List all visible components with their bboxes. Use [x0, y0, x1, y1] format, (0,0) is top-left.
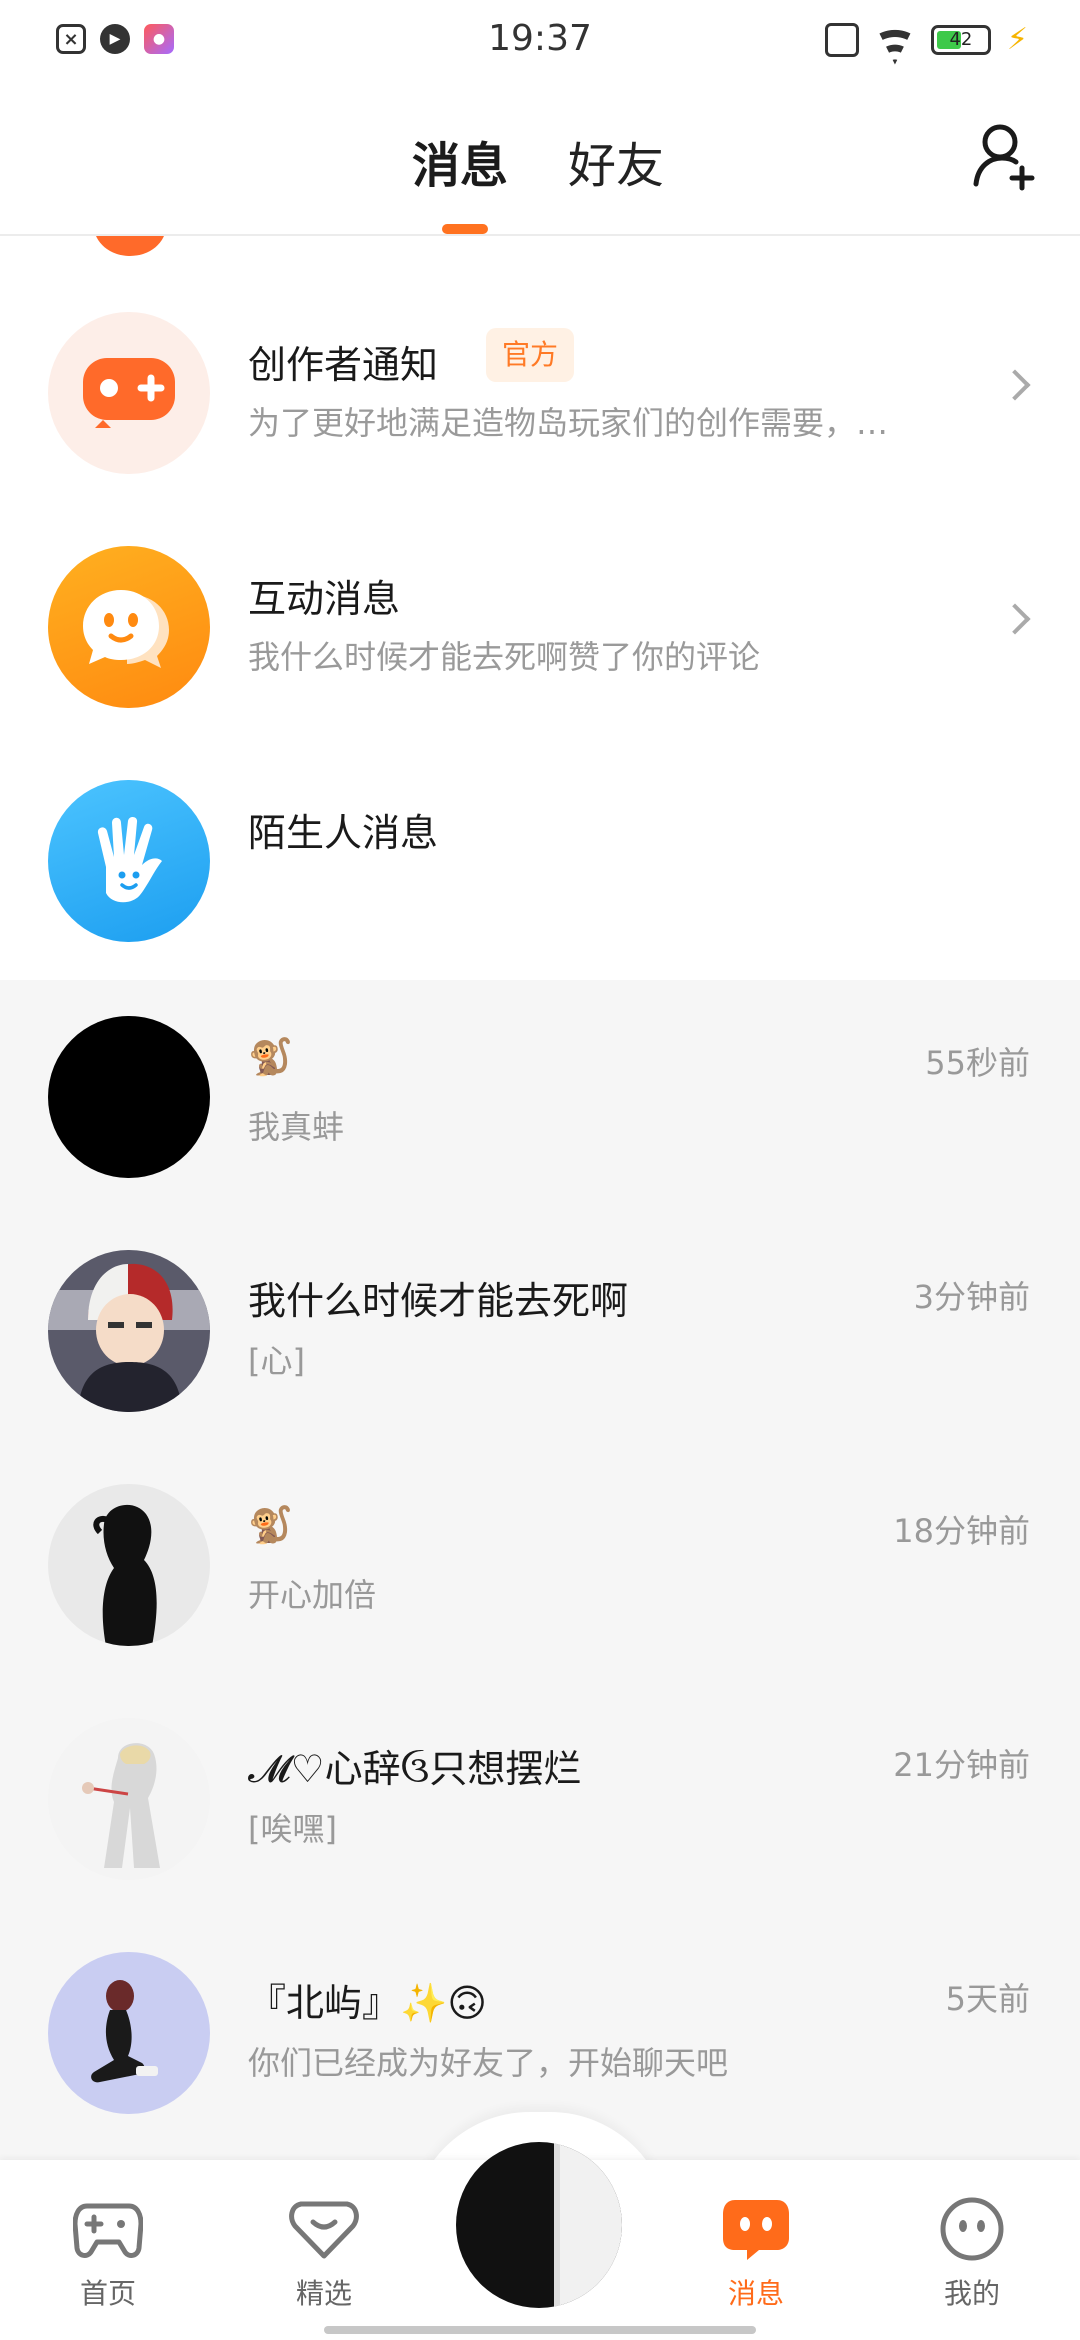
- nav-messages-label: 消息: [727, 2277, 784, 2310]
- conversation-time: 21分钟前: [893, 1746, 1030, 1784]
- avatar: [48, 1016, 210, 1178]
- waving-hand-icon: [97, 816, 162, 903]
- nav-home-label: 首页: [79, 2277, 136, 2310]
- gamepad-icon: [83, 358, 175, 428]
- creator-notice-title: 创作者通知: [248, 343, 439, 387]
- nav-messages[interactable]: 消息: [686, 2196, 826, 2312]
- center-create-avatar-button[interactable]: [456, 2142, 622, 2308]
- chevron-right-icon: [999, 603, 1031, 635]
- conversation-preview: 开心加倍: [248, 1576, 377, 1614]
- conversation-name: 🐒: [248, 1037, 293, 1078]
- interaction-message-item[interactable]: 互动消息 我什么时候才能去死啊赞了你的评论: [0, 470, 1080, 708]
- conversation-name: 『北屿』✨🙃: [248, 1981, 487, 2025]
- status-bar: × ▶ ● 19:37 42 ⚡: [0, 0, 1080, 84]
- system-message-list: 创作者通知 官方 为了更好地满足造物岛玩家们的创作需要，… 互动消息 我什么时候…: [0, 236, 1080, 980]
- nav-home[interactable]: 首页: [38, 2196, 178, 2312]
- interaction-message-preview: 我什么时候才能去死啊赞了你的评论: [248, 638, 761, 676]
- battery-icon: 42: [930, 24, 991, 55]
- home-indicator[interactable]: [324, 2326, 756, 2334]
- conversation-preview: [心]: [248, 1342, 305, 1380]
- stranger-message-item[interactable]: 陌生人消息: [0, 704, 1080, 942]
- avatar: [48, 1952, 210, 2114]
- conversation-name: 🐒: [248, 1505, 293, 1546]
- status-system-icons: 42 ⚡: [824, 22, 1028, 57]
- creator-notice-item[interactable]: 创作者通知 官方 为了更好地满足造物岛玩家们的创作需要，…: [0, 236, 1080, 474]
- conversation-preview: 你们已经成为好友了，开始聊天吧: [248, 2044, 729, 2082]
- vibrate-icon: [824, 22, 859, 57]
- conversation-time: 18分钟前: [893, 1512, 1030, 1550]
- chat-bubble-icon: [83, 590, 169, 668]
- chevron-right-icon: [999, 369, 1031, 401]
- creator-notice-avatar: [48, 312, 210, 474]
- wifi-icon: [875, 25, 915, 55]
- battery-level: 42: [949, 29, 973, 50]
- conversation-time: 3分钟前: [913, 1278, 1030, 1316]
- nav-mine-label: 我的: [943, 2277, 1000, 2310]
- interaction-message-avatar: [48, 546, 210, 708]
- nav-mine[interactable]: 我的: [902, 2196, 1042, 2312]
- conversation-item[interactable]: 🐒 开心加倍 18分钟前: [0, 1448, 1080, 1682]
- header: 消息 好友: [0, 84, 1080, 236]
- tab-indicator: [442, 224, 488, 234]
- diamond-heart-icon: [289, 2201, 359, 2259]
- gamepad-icon: [72, 2203, 144, 2258]
- face-icon: [940, 2197, 1004, 2261]
- interaction-message-title: 互动消息: [248, 577, 401, 621]
- add-friend-icon[interactable]: [972, 122, 1038, 192]
- tab-messages[interactable]: 消息: [412, 126, 508, 196]
- avatar: [48, 1250, 210, 1412]
- conversation-preview: [唉嘿]: [248, 1810, 337, 1848]
- conversation-time: 5天前: [945, 1980, 1030, 2018]
- nav-featured-label: 精选: [295, 2277, 352, 2310]
- official-badge: 官方: [486, 328, 575, 382]
- tab-friends[interactable]: 好友: [568, 126, 664, 196]
- conversation-item[interactable]: 🐒 我真蚌 55秒前: [0, 980, 1080, 1214]
- conversation-name: 我什么时候才能去死啊: [248, 1279, 629, 1323]
- charging-icon: ⚡: [1006, 22, 1028, 57]
- message-bubble-icon: [723, 2200, 789, 2260]
- stranger-message-title: 陌生人消息: [248, 811, 439, 855]
- conversation-time: 55秒前: [925, 1044, 1030, 1082]
- conversation-item[interactable]: 𝓜♡心辞ઉ只想摆烂 [唉嘿] 21分钟前: [0, 1682, 1080, 1916]
- avatar: [48, 1484, 210, 1646]
- avatar: [48, 1718, 210, 1880]
- stranger-message-avatar: [48, 780, 210, 942]
- conversation-item[interactable]: 我什么时候才能去死啊 [心] 3分钟前: [0, 1214, 1080, 1448]
- conversation-name: 𝓜♡心辞ઉ只想摆烂: [248, 1747, 582, 1791]
- conversation-preview: 我真蚌: [248, 1108, 345, 1146]
- creator-notice-preview: 为了更好地满足造物岛玩家们的创作需要，…: [248, 404, 889, 442]
- nav-featured[interactable]: 精选: [254, 2196, 394, 2312]
